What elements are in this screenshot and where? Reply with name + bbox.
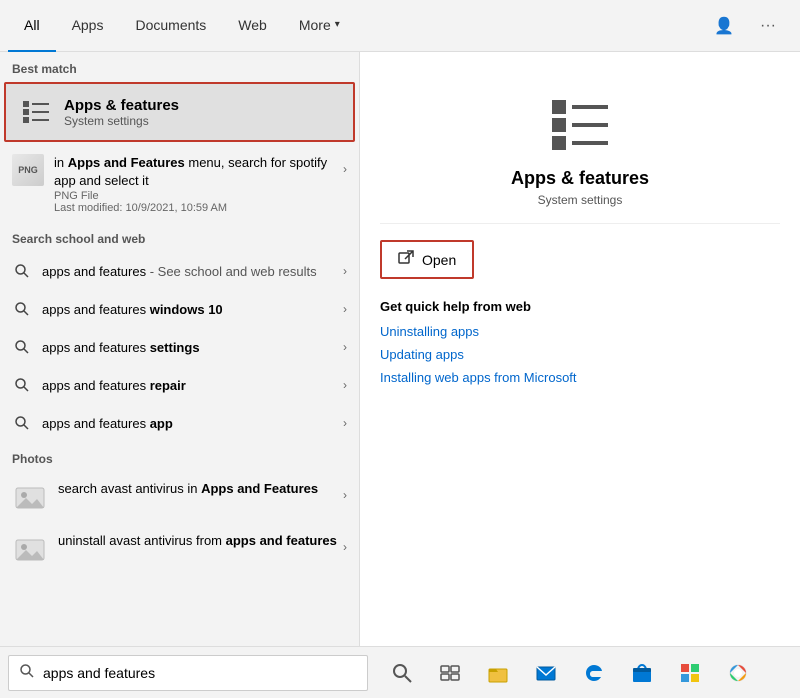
web-item-3[interactable]: apps and features repair › <box>0 366 359 404</box>
quick-help-link-0[interactable]: Uninstalling apps <box>380 324 780 339</box>
file-item[interactable]: PNG in Apps and Features menu, search fo… <box>0 146 359 222</box>
person-icon: 👤 <box>714 16 734 36</box>
right-app-icon <box>380 92 780 156</box>
main-container: Best match Apps & features System settin… <box>0 52 800 646</box>
taskbar-mail-btn[interactable] <box>524 651 568 695</box>
tab-apps[interactable]: Apps <box>56 0 120 52</box>
search-icon <box>19 663 35 683</box>
web-item-text-1: apps and features windows 10 <box>42 302 343 317</box>
search-school-label: Search school and web <box>0 222 359 252</box>
tab-more[interactable]: More ▾ <box>283 0 356 52</box>
taskbar-icons <box>368 651 760 695</box>
tab-all[interactable]: All <box>8 0 56 52</box>
web-item-arrow-3: › <box>343 378 347 392</box>
web-item-text-3: apps and features repair <box>42 378 343 393</box>
quick-help-title: Get quick help from web <box>380 299 780 314</box>
search-icon-1 <box>12 299 32 319</box>
best-match-title: Apps & features <box>64 97 179 114</box>
file-item-modified: Last modified: 10/9/2021, 10:59 AM <box>54 202 343 214</box>
tab-web[interactable]: Web <box>222 0 283 52</box>
web-item-arrow-2: › <box>343 340 347 354</box>
open-label: Open <box>422 252 456 268</box>
open-button[interactable]: Open <box>380 240 474 279</box>
taskbar-store-btn[interactable] <box>620 651 664 695</box>
file-item-arrow: › <box>343 154 347 176</box>
file-item-title: in Apps and Features menu, search for sp… <box>54 154 343 190</box>
web-item-text-0: apps and features - See school and web r… <box>42 264 343 279</box>
left-panel: Best match Apps & features System settin… <box>0 52 360 646</box>
taskbar-task-view-btn[interactable] <box>428 651 472 695</box>
file-item-content: in Apps and Features menu, search for sp… <box>54 154 343 214</box>
search-icon-0 <box>12 261 32 281</box>
tab-bar: All Apps Documents Web More ▾ 👤 ··· <box>0 0 800 52</box>
photos-icon-1 <box>12 532 48 568</box>
photos-item-title-0: search avast antivirus in Apps and Featu… <box>58 480 343 498</box>
photos-icon-0 <box>12 480 48 516</box>
search-input[interactable] <box>43 665 357 681</box>
taskbar-color-btn[interactable] <box>716 651 760 695</box>
search-input-wrapper[interactable] <box>8 655 368 691</box>
web-item-1[interactable]: apps and features windows 10 › <box>0 290 359 328</box>
right-app-sub: System settings <box>380 193 780 207</box>
photos-item-arrow-1: › <box>343 532 347 554</box>
best-match-text: Apps & features System settings <box>64 97 179 128</box>
photos-item-title-1: uninstall avast antivirus from apps and … <box>58 532 343 550</box>
taskbar-edge-btn[interactable] <box>572 651 616 695</box>
quick-help-link-2[interactable]: Installing web apps from Microsoft <box>380 370 780 385</box>
web-item-arrow-1: › <box>343 302 347 316</box>
right-divider <box>380 223 780 224</box>
photos-item-arrow-0: › <box>343 480 347 502</box>
best-match-subtitle: System settings <box>64 114 179 128</box>
web-item-text-2: apps and features settings <box>42 340 343 355</box>
web-item-2[interactable]: apps and features settings › <box>0 328 359 366</box>
search-icon-3 <box>12 375 32 395</box>
web-item-0[interactable]: apps and features - See school and web r… <box>0 252 359 290</box>
person-icon-btn[interactable]: 👤 <box>708 10 740 42</box>
search-icon-2 <box>12 337 32 357</box>
right-panel: Apps & features System settings Open Get… <box>360 52 800 646</box>
web-item-text-4: apps and features app <box>42 416 343 431</box>
right-app-title: Apps & features <box>380 168 780 189</box>
more-icon: ··· <box>760 17 776 35</box>
photos-item-content-0: search avast antivirus in Apps and Featu… <box>58 480 343 498</box>
apps-features-icon <box>18 94 54 130</box>
web-item-arrow-4: › <box>343 416 347 430</box>
search-icon-4 <box>12 413 32 433</box>
more-options-btn[interactable]: ··· <box>752 10 784 42</box>
quick-help-link-1[interactable]: Updating apps <box>380 347 780 362</box>
best-match-item[interactable]: Apps & features System settings <box>4 82 355 142</box>
png-file-icon: PNG <box>12 154 44 186</box>
photos-item-content-1: uninstall avast antivirus from apps and … <box>58 532 343 550</box>
web-item-4[interactable]: apps and features app › <box>0 404 359 442</box>
web-item-arrow-0: › <box>343 264 347 278</box>
photos-item-0[interactable]: search avast antivirus in Apps and Featu… <box>0 472 359 524</box>
chevron-down-icon: ▾ <box>335 19 340 30</box>
taskbar-search-btn[interactable] <box>380 651 424 695</box>
taskbar-explorer-btn[interactable] <box>476 651 520 695</box>
best-match-label: Best match <box>0 52 359 82</box>
header-icons: 👤 ··· <box>708 10 792 42</box>
tab-documents[interactable]: Documents <box>119 0 222 52</box>
file-item-type: PNG File <box>54 190 343 202</box>
taskbar-tiles-btn[interactable] <box>668 651 712 695</box>
photos-label: Photos <box>0 442 359 472</box>
search-bar <box>0 646 800 698</box>
open-button-icon <box>398 250 414 269</box>
photos-item-1[interactable]: uninstall avast antivirus from apps and … <box>0 524 359 576</box>
